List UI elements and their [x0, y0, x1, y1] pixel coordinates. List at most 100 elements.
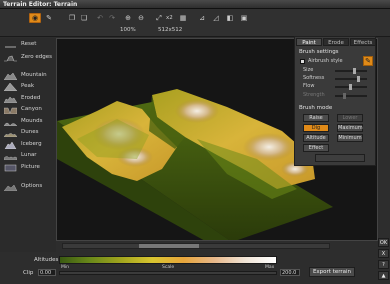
peak-icon [4, 83, 17, 91]
preset-label: Zero edges [21, 54, 53, 60]
preset-mountain[interactable]: Mountain [4, 71, 56, 81]
softness-label: Softness [303, 75, 325, 81]
preset-label: Eroded [21, 95, 41, 101]
preset-panel: Reset Zero edges Mountain Peak Eroded Ca… [0, 38, 56, 256]
tilt-right-icon[interactable]: ◿ [210, 13, 222, 23]
dunes-icon [4, 133, 17, 137]
clip-max-field[interactable]: 200.0 [280, 269, 300, 276]
resize-icon[interactable]: ⤢ [153, 13, 165, 23]
preset-picture[interactable]: Picture [4, 163, 56, 173]
preset-reset[interactable]: Reset [4, 40, 56, 50]
size-slider-knob[interactable] [353, 68, 356, 74]
zoom-in-icon[interactable]: ⊕ [122, 13, 134, 23]
reset-icon [5, 46, 16, 48]
preset-label: Reset [21, 41, 37, 47]
scale-label: Scale [162, 265, 175, 270]
resolution-label: 512x512 [158, 27, 183, 33]
softness-slider[interactable] [335, 76, 367, 82]
preset-label: Lunar [21, 152, 37, 158]
flow-slider[interactable] [335, 84, 367, 90]
altitude-gradient[interactable] [59, 256, 277, 264]
strength-slider-knob[interactable] [343, 93, 346, 99]
preset-dunes[interactable]: Dunes [4, 128, 56, 138]
zero-edges-icon [4, 55, 17, 62]
preset-peak[interactable]: Peak [4, 82, 56, 92]
preset-lunar[interactable]: Lunar [4, 151, 56, 161]
mode-dig-button[interactable]: Dig [303, 124, 329, 132]
eroded-icon [4, 96, 17, 103]
viewport-scrollbar[interactable] [62, 243, 330, 249]
altitudes-label: Altitudes [34, 257, 59, 263]
airbrush-checkbox[interactable] [300, 59, 305, 64]
paste-icon[interactable]: ❏ [78, 13, 90, 23]
pen-icon[interactable]: ✎ [363, 56, 373, 66]
mounds-icon [4, 122, 17, 126]
picture-icon [4, 164, 17, 172]
preset-label: Options [21, 183, 43, 189]
side-buttons: OK X ? ▲ [378, 238, 390, 282]
close-button[interactable]: X [378, 249, 389, 258]
iceberg-icon [4, 141, 17, 149]
ok-button[interactable]: OK [378, 238, 389, 247]
brush-settings-heading: Brush settings [299, 49, 339, 55]
zoom-level: 100% [120, 27, 136, 33]
mode-lower-button[interactable]: Lower [337, 114, 363, 122]
preset-label: Mountain [21, 72, 47, 78]
clip-min-field[interactable]: 0.00 [38, 269, 56, 276]
grid-icon[interactable]: ▦ [177, 13, 189, 23]
size-label: Size [303, 67, 314, 73]
effect-dropdown[interactable] [315, 154, 365, 162]
options-icon [4, 184, 17, 191]
copy-icon[interactable]: ❐ [66, 13, 78, 23]
tab-paint[interactable]: Paint [296, 38, 322, 46]
lunar-icon [4, 156, 17, 160]
export-terrain-button[interactable]: Export terrain [309, 267, 355, 277]
flow-label: Flow [303, 83, 315, 89]
undo-icon[interactable]: ↶ [94, 13, 106, 23]
mode-raise-button[interactable]: Raise [303, 114, 329, 122]
multiplier-label: x2 [166, 15, 173, 21]
collapse-button[interactable]: ▲ [378, 271, 389, 280]
max-label: Max [265, 265, 275, 270]
toolbar: ◉ ✎ ❐ ❏ ↶ ↷ ⊕ ⊖ 100% ⤢ x2 ▦ 512x512 ⊿ ◿ … [0, 9, 390, 37]
strength-label: Strength [303, 92, 325, 98]
mode-altitude-button[interactable]: Altitude [303, 134, 329, 142]
window-title: Terrain Editor: Terrain [3, 1, 78, 8]
redo-icon[interactable]: ↷ [106, 13, 118, 23]
clip-slider[interactable] [59, 271, 277, 275]
camera-icon[interactable]: ◧ [224, 13, 236, 23]
flow-slider-knob[interactable] [349, 84, 352, 90]
tab-erode[interactable]: Erode [323, 38, 349, 46]
zoom-out-icon[interactable]: ⊖ [135, 13, 147, 23]
title-bar: Terrain Editor: Terrain [0, 0, 390, 9]
airbrush-label: Airbrush style [308, 58, 343, 64]
mountain-icon [4, 72, 17, 80]
softness-slider-knob[interactable] [357, 76, 360, 82]
preset-canyon[interactable]: Canyon [4, 105, 56, 115]
help-button[interactable]: ? [378, 260, 389, 269]
preset-options[interactable]: Options [4, 182, 56, 192]
strength-slider[interactable] [335, 93, 367, 99]
mode-minimum-button[interactable]: Minimum [337, 134, 363, 142]
brush-panel: Paint Erode Effects Brush settings Airbr… [294, 36, 376, 166]
preset-eroded[interactable]: Eroded [4, 94, 56, 104]
preset-label: Canyon [21, 106, 42, 112]
size-slider[interactable] [335, 68, 367, 74]
bottom-bar: Altitudes Min Scale Max Clip 0.00 200.0 … [0, 252, 378, 284]
brush-tool-icon[interactable]: ✎ [43, 13, 55, 23]
preset-mounds[interactable]: Mounds [4, 117, 56, 127]
scrollbar-thumb[interactable] [139, 244, 199, 248]
preset-label: Picture [21, 164, 40, 170]
tilt-left-icon[interactable]: ⊿ [196, 13, 208, 23]
clip-label: Clip [23, 270, 34, 276]
export-image-icon[interactable]: ▣ [238, 13, 250, 23]
tab-effects[interactable]: Effects [350, 38, 376, 46]
preset-zero-edges[interactable]: Zero edges [4, 53, 56, 63]
preset-iceberg[interactable]: Iceberg [4, 140, 56, 150]
preset-label: Peak [21, 83, 35, 89]
eye-icon[interactable]: ◉ [29, 13, 41, 23]
preset-label: Mounds [21, 118, 43, 124]
mode-effect-button[interactable]: Effect [303, 144, 329, 152]
mode-maximum-button[interactable]: Maximum [337, 124, 363, 132]
min-label: Min [61, 265, 69, 270]
